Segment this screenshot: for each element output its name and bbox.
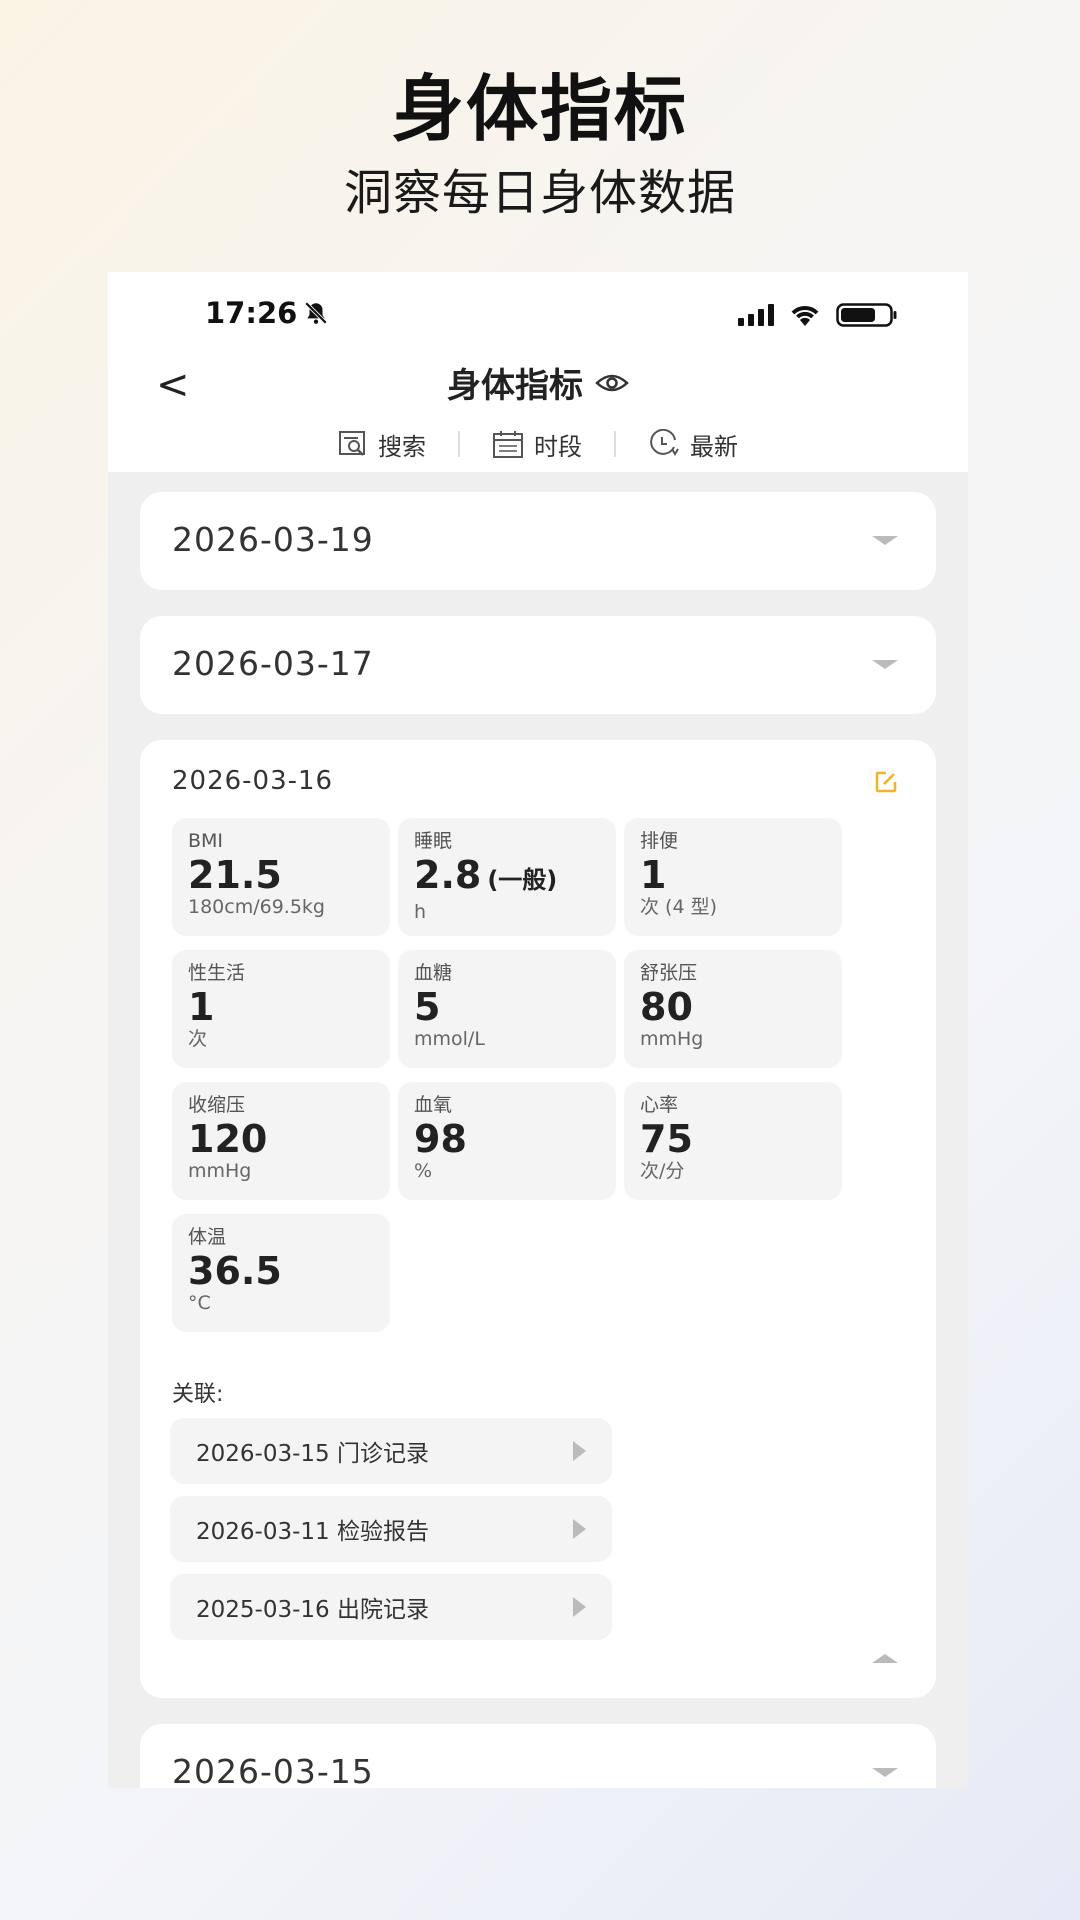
metric-label: 睡眠 xyxy=(414,830,453,852)
metric-value-row: 21.5 xyxy=(188,854,374,896)
metric-unit: 次 (4 型) xyxy=(640,896,717,918)
metric-value-row: 36.5 xyxy=(188,1250,374,1292)
record-date: 2026-03-15 xyxy=(172,1752,374,1788)
record-date: 2026-03-17 xyxy=(172,644,374,683)
metric-value: 75 xyxy=(640,1117,693,1161)
metric-tile-sex[interactable]: 性生活 1 次 xyxy=(172,950,390,1068)
metric-unit: mmol/L xyxy=(414,1028,485,1050)
status-time-text: 17:26 xyxy=(205,296,298,330)
metric-value-row: 98 xyxy=(414,1118,600,1160)
metric-unit: mmHg xyxy=(188,1160,252,1182)
related-item-text: 2026-03-15 门诊记录 xyxy=(196,1441,429,1467)
search-doc-icon xyxy=(339,431,365,456)
metric-value: 36.5 xyxy=(188,1249,282,1293)
metric-tile-glucose[interactable]: 血糖 5 mmol/L xyxy=(398,950,616,1068)
edit-icon[interactable] xyxy=(874,770,898,794)
metric-value-row: 1 xyxy=(640,854,826,896)
status-indicators xyxy=(738,302,898,328)
arrow-right-icon xyxy=(573,1597,586,1617)
metric-value-row: 2.8 (一般) xyxy=(414,854,600,901)
metric-label: 血氧 xyxy=(414,1094,453,1116)
toolbar: 搜索 时段 最新 xyxy=(108,422,968,466)
metric-tile-sleep[interactable]: 睡眠 2.8 (一般) h xyxy=(398,818,616,936)
related-item-text: 2026-03-11 检验报告 xyxy=(196,1519,429,1545)
period-label: 时段 xyxy=(534,432,582,461)
metric-value: 2.8 xyxy=(414,853,482,897)
metric-value: 5 xyxy=(414,985,441,1029)
latest-button[interactable]: 最新 xyxy=(616,427,770,462)
related-label: 关联: xyxy=(172,1382,224,1407)
related-item[interactable]: 2026-03-11 检验报告 xyxy=(170,1496,612,1562)
expand-icon[interactable] xyxy=(872,536,898,545)
clock-icon xyxy=(650,429,679,456)
related-item-text: 2025-03-16 出院记录 xyxy=(196,1597,429,1623)
record-card-expanded: 2026-03-16 BMI 21.5 180cm/69.5kg 睡眠 2.8(… xyxy=(140,740,936,1698)
metric-label: 体温 xyxy=(188,1226,227,1248)
battery-icon xyxy=(836,303,897,327)
metric-label: 舒张压 xyxy=(640,962,698,984)
record-date: 2026-03-19 xyxy=(172,520,374,559)
eye-icon[interactable] xyxy=(595,371,629,395)
search-button[interactable]: 搜索 xyxy=(306,427,458,462)
metric-value: 98 xyxy=(414,1117,467,1161)
calendar-icon xyxy=(493,431,523,458)
header: 17:26 < 身体指标 搜索 时段 最新 xyxy=(108,272,968,472)
bell-muted-icon xyxy=(305,301,328,325)
metric-value: 1 xyxy=(640,853,667,897)
metric-unit: 次/分 xyxy=(640,1160,685,1182)
period-button[interactable]: 时段 xyxy=(460,427,614,462)
metric-unit: h xyxy=(414,901,427,923)
cell-signal-icon xyxy=(738,304,774,326)
metric-tile-bowel[interactable]: 排便 1 次 (4 型) xyxy=(624,818,842,936)
metric-unit: mmHg xyxy=(640,1028,704,1050)
metric-value-row: 75 xyxy=(640,1118,826,1160)
related-item[interactable]: 2026-03-15 门诊记录 xyxy=(170,1418,612,1484)
search-label: 搜索 xyxy=(378,432,426,461)
metric-value-row: 80 xyxy=(640,986,826,1028)
promo-subtitle: 洞察每日身体数据 xyxy=(343,165,736,221)
page-title: 身体指标 xyxy=(447,366,583,406)
metric-label: 性生活 xyxy=(188,962,246,984)
record-card-collapsed[interactable]: 2026-03-19 xyxy=(140,492,936,590)
metric-unit: % xyxy=(414,1160,433,1182)
promo-title: 身体指标 xyxy=(391,67,688,151)
arrow-right-icon xyxy=(573,1519,586,1539)
metric-tile-diastolic[interactable]: 舒张压 80 mmHg xyxy=(624,950,842,1068)
expand-icon[interactable] xyxy=(872,1768,898,1777)
nav-title-area: 身体指标 xyxy=(108,358,968,407)
metric-value: 21.5 xyxy=(188,853,282,897)
metric-label: 血糖 xyxy=(414,962,453,984)
related-item[interactable]: 2025-03-16 出院记录 xyxy=(170,1574,612,1640)
metric-value: 80 xyxy=(640,985,693,1029)
record-card-collapsed[interactable]: 2026-03-17 xyxy=(140,616,936,714)
status-time: 17:26 xyxy=(205,296,329,330)
metric-value: 120 xyxy=(188,1117,268,1161)
latest-label: 最新 xyxy=(690,432,738,461)
phone-screen: 17:26 < 身体指标 搜索 时段 最新 2026-03-19 2026-03… xyxy=(108,272,968,1788)
metric-value: 1 xyxy=(188,985,215,1029)
expand-icon[interactable] xyxy=(872,660,898,669)
metric-tile-oxygen[interactable]: 血氧 98 % xyxy=(398,1082,616,1200)
metric-tile-systolic[interactable]: 收缩压 120 mmHg xyxy=(172,1082,390,1200)
metric-label: BMI xyxy=(188,830,224,852)
metric-tile-bmi[interactable]: BMI 21.5 180cm/69.5kg xyxy=(172,818,390,936)
metric-value-row: 120 xyxy=(188,1118,374,1160)
metric-label: 收缩压 xyxy=(188,1094,246,1116)
metric-value-row: 1 xyxy=(188,986,374,1028)
metric-quality: (一般) xyxy=(487,866,558,894)
metric-label: 心率 xyxy=(640,1094,679,1116)
metric-value-row: 5 xyxy=(414,986,600,1028)
metric-tile-temperature[interactable]: 体温 36.5 °C xyxy=(172,1214,390,1332)
metric-unit: °C xyxy=(188,1292,211,1314)
record-date: 2026-03-16 xyxy=(172,766,334,796)
wifi-icon xyxy=(791,306,819,326)
arrow-right-icon xyxy=(573,1441,586,1461)
metric-unit: 180cm/69.5kg xyxy=(188,896,325,918)
metric-tile-heart-rate[interactable]: 心率 75 次/分 xyxy=(624,1082,842,1200)
metric-label: 排便 xyxy=(640,830,679,852)
collapse-icon[interactable] xyxy=(872,1654,898,1663)
metric-unit: 次 xyxy=(188,1028,208,1050)
record-card-collapsed[interactable]: 2026-03-15 xyxy=(140,1724,936,1788)
